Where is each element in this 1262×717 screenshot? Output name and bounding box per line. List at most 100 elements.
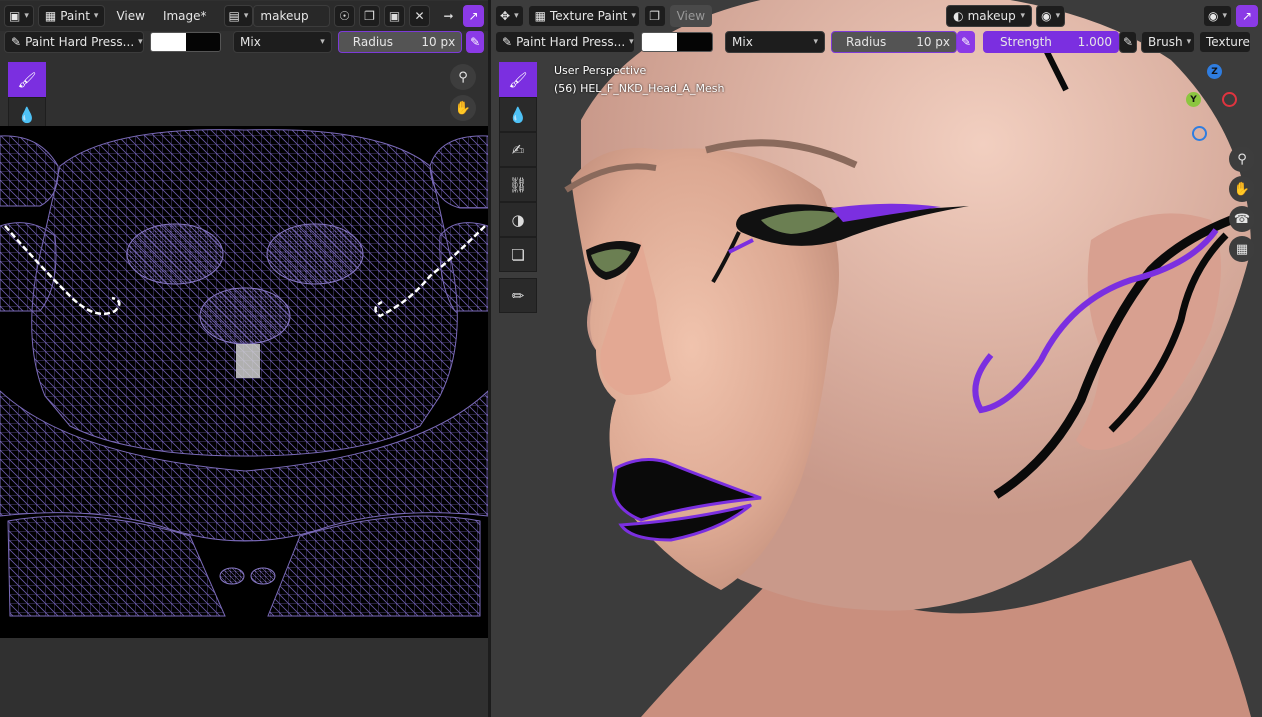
object-mode-label: Texture Paint: [549, 9, 628, 23]
secondary-color-3d[interactable]: [677, 33, 712, 51]
annotate-icon: ✏: [511, 286, 525, 305]
visibility-selector[interactable]: ◉ ▾: [1202, 5, 1232, 27]
strength-field[interactable]: Strength 1.000: [983, 31, 1119, 53]
texture-paint-icon: ▦: [534, 9, 546, 23]
blend-mode-selector[interactable]: Mix ▾: [233, 31, 332, 53]
zoom-icon-3d[interactable]: ⚲: [1229, 146, 1255, 172]
image-tool-settings: ✎ Paint Hard Press... ▾ Mix ▾ Radius 10 …: [0, 27, 488, 57]
radius-field[interactable]: Radius 10 px: [337, 31, 463, 53]
material-sphere-icon: ◐: [953, 9, 964, 23]
tool-draw[interactable]: 🖌: [8, 62, 46, 97]
menu-view-label: View: [116, 9, 145, 23]
editor-type-selector[interactable]: ▣ ▾: [4, 5, 34, 27]
radius-pressure-icon[interactable]: ✎: [466, 31, 484, 53]
viewport-toolbar: 🖌 💧 ✍ ⛓ ◑ ❏ ✏: [499, 62, 537, 313]
unlink-close-icon[interactable]: ✕: [409, 5, 430, 27]
radius-value: 10 px: [421, 35, 456, 49]
gizmo-y-axis[interactable]: Y: [1186, 92, 1201, 107]
image-name-field[interactable]: makeup: [253, 5, 331, 27]
uv-wireframe: [0, 129, 488, 617]
image-browse-button[interactable]: ▤ ▾: [223, 5, 254, 27]
radius-pressure-icon-3d[interactable]: ✎: [957, 31, 975, 53]
object-mode-selector[interactable]: ▦ Texture Paint ▾: [527, 5, 640, 27]
fill-icon: ◑: [511, 210, 525, 229]
eye-icon: ◉: [1207, 9, 1219, 23]
shading-icon: ◉: [1041, 9, 1052, 23]
tool-annotate-3d[interactable]: ✏: [499, 278, 537, 313]
3d-viewport[interactable]: [491, 0, 1262, 717]
strength-label: Strength: [1000, 35, 1052, 49]
color-swatch-3d[interactable]: [641, 32, 713, 52]
shading-selector[interactable]: ◉ ▾: [1036, 5, 1066, 27]
radius-label-3d: Radius: [846, 35, 887, 49]
camera-icon[interactable]: ☎: [1229, 206, 1255, 232]
gizmo-neg-z-axis[interactable]: [1192, 126, 1207, 141]
editor-type-icon: ▣: [9, 9, 21, 23]
texture-menu-label: Texture: [1206, 35, 1250, 49]
brush-icon: 🖌: [17, 70, 37, 89]
pan-hand-icon-3d[interactable]: ✋: [1229, 176, 1255, 202]
brush-menu-label: Brush: [1148, 35, 1183, 49]
brush-selector[interactable]: ✎ Paint Hard Press... ▾: [4, 31, 144, 53]
brush-icon: ✎: [11, 35, 22, 49]
brush-icon: ✎: [502, 35, 513, 49]
material-selector[interactable]: ◐ makeup ▾: [946, 5, 1033, 27]
material-name: makeup: [967, 9, 1016, 23]
viewport-paint-overlay-icon[interactable]: ↗: [1236, 5, 1258, 27]
tool-fill-3d[interactable]: ◑: [499, 202, 537, 237]
menu-image[interactable]: Image*: [156, 5, 214, 27]
image-name: makeup: [260, 9, 309, 23]
image-editor: ▣ ▾ ▦ Paint ▾ View Image* ▤ ▾ makeup ☉ ❐ ▣…: [0, 0, 488, 717]
mask-mode-icon[interactable]: ❐: [643, 5, 666, 27]
gizmo-y-label: Y: [1190, 94, 1197, 105]
uv-canvas[interactable]: [0, 126, 488, 638]
duplicate-image-icon[interactable]: ❐: [359, 5, 381, 27]
image-icon: ▤: [228, 9, 240, 23]
mask-icon: ❏: [511, 245, 525, 264]
editor-type-selector-3d[interactable]: ✥ ▾: [495, 5, 524, 27]
strength-pressure-icon[interactable]: ✎: [1119, 31, 1137, 53]
zoom-icon[interactable]: ⚲: [450, 64, 476, 90]
viewport-tool-settings: ✎ Paint Hard Press... ▾ Mix ▾ Radius 10 …: [491, 27, 1262, 57]
tool-mask-3d[interactable]: ❏: [499, 237, 537, 272]
blend-mode-selector-3d[interactable]: Mix ▾: [725, 31, 825, 53]
color-swatch[interactable]: [150, 32, 222, 52]
primary-color[interactable]: [151, 33, 186, 51]
radius-field-3d[interactable]: Radius 10 px: [831, 31, 957, 53]
mode-selector[interactable]: ▦ Paint ▾: [37, 5, 106, 27]
primary-color-3d[interactable]: [642, 33, 677, 51]
3d-viewport-editor: ✥ ▾ ▦ Texture Paint ▾ ❐ View ◐ makeup ▾ ◉…: [491, 0, 1262, 717]
paint-overlay-icon[interactable]: ↗: [463, 5, 484, 27]
menu-view[interactable]: View: [109, 5, 151, 27]
gizmo-x-axis[interactable]: [1222, 92, 1237, 107]
pin-icon[interactable]: ➞: [438, 5, 459, 27]
perspective-grid-icon[interactable]: ▦: [1229, 236, 1255, 262]
menu-image-label: Image*: [162, 9, 207, 23]
fake-user-shield-icon[interactable]: ☉: [334, 5, 356, 27]
blur-icon: 💧: [508, 105, 528, 124]
viewport-editor-icon: ✥: [500, 9, 511, 23]
menu-view-3d[interactable]: View: [669, 5, 713, 27]
navigation-gizmo[interactable]: Z Y: [1186, 64, 1244, 144]
gizmo-z-axis[interactable]: Z: [1207, 64, 1222, 79]
blend-mode-label-3d: Mix: [732, 35, 753, 49]
brush-selector-3d[interactable]: ✎ Paint Hard Press... ▾: [495, 31, 635, 53]
brush-name-3d: Paint Hard Press...: [516, 35, 626, 49]
open-image-folder-icon[interactable]: ▣: [384, 5, 406, 27]
secondary-color[interactable]: [185, 33, 221, 51]
pan-hand-icon[interactable]: ✋: [450, 95, 476, 121]
tool-draw-3d[interactable]: 🖌: [499, 62, 537, 97]
strength-value: 1.000: [1077, 35, 1112, 49]
brush-name: Paint Hard Press...: [25, 35, 135, 49]
radius-label: Radius: [352, 35, 394, 49]
tool-soften-3d[interactable]: 💧: [499, 97, 537, 132]
tool-clone-3d[interactable]: ⛓: [499, 167, 537, 202]
tool-smear-3d[interactable]: ✍: [499, 132, 537, 167]
texture-menu[interactable]: Texture: [1199, 31, 1251, 53]
gizmo-z-label: Z: [1211, 66, 1218, 77]
viewport-object-info: (56) HEL_F_NKD_Head_A_Mesh: [554, 82, 725, 95]
brush-menu[interactable]: Brush ▾: [1141, 31, 1195, 53]
head-render: [491, 0, 1262, 717]
menu-view-3d-label: View: [676, 9, 706, 23]
blend-mode-label: Mix: [240, 35, 261, 49]
